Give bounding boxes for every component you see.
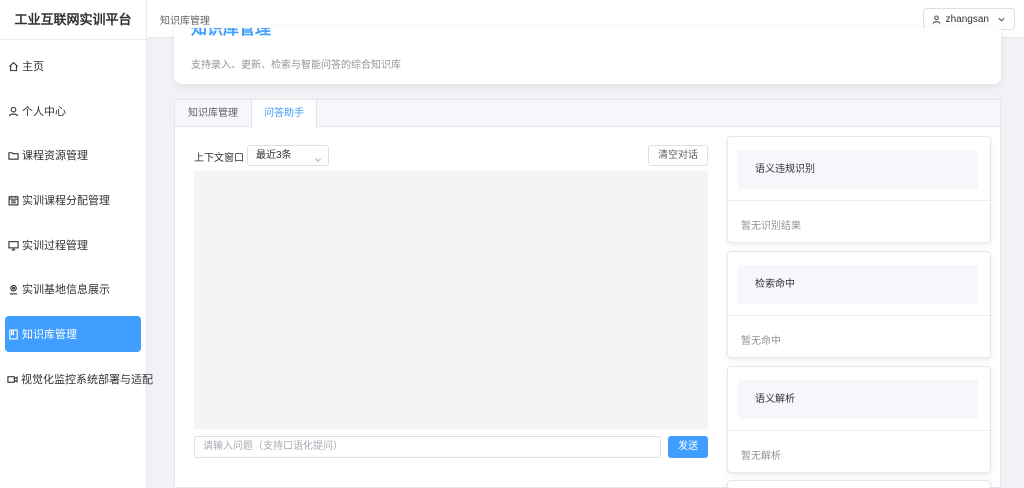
context-window-value: 最近3条 (256, 150, 292, 161)
sidebar-item-label: 课程资源管理 (22, 150, 88, 162)
tabs-card: 知识库管理 问答助手 上下文窗口 最近3条 清空对话 请输入问题（支持口语化提问… (174, 99, 1001, 488)
card-body: 暂无命中 (741, 336, 781, 347)
sidebar-item-knowledge-base[interactable]: 知识库管理 (5, 316, 141, 352)
calendar-icon (7, 194, 19, 206)
page-title: 知识库管理 (191, 28, 272, 38)
page-banner: 知识库管理 支持录入、更新、检索与智能问答的综合知识库 (174, 28, 1001, 84)
chevron-down-icon (997, 15, 1006, 24)
retrieval-hits-card: 检索命中 暂无命中 (727, 251, 991, 358)
send-button[interactable]: 发送 (668, 436, 708, 458)
sidebar-item-profile[interactable]: 个人中心 (5, 93, 141, 129)
monitor-icon (7, 239, 19, 251)
sidebar-item-label: 主页 (22, 61, 44, 73)
sidebar-item-label: 个人中心 (22, 106, 66, 118)
sidebar-item-course-resources[interactable]: 课程资源管理 (5, 137, 141, 173)
tab-knowledge-management[interactable]: 知识库管理 (175, 100, 251, 127)
username: zhangsan (945, 13, 989, 25)
camera-icon (7, 373, 18, 385)
sidebar-item-training-process[interactable]: 实训过程管理 (5, 227, 141, 263)
user-menu-button[interactable]: zhangsan (922, 8, 1015, 30)
semantic-violation-card: 语义违规识别 暂无识别结果 (727, 136, 991, 243)
card-title: 语义解析 (738, 380, 978, 419)
sidebar-item-label: 实训基地信息展示 (22, 284, 110, 296)
page-subtitle: 支持录入、更新、检索与智能问答的综合知识库 (191, 60, 401, 71)
notebook-icon (7, 328, 19, 340)
sidebar-item-label: 实训过程管理 (22, 240, 88, 252)
folder-icon (7, 149, 19, 161)
sidebar-item-training-base[interactable]: 实训基地信息展示 (5, 271, 141, 307)
user-icon (7, 105, 19, 117)
sidebar-item-label: 知识库管理 (22, 329, 77, 341)
context-window-select[interactable]: 最近3条 (247, 145, 329, 166)
sidebar-item-home[interactable]: 主页 (5, 48, 141, 84)
sidebar: 工业互联网实训平台 主页 个人中心 课程资源管理 实训课程分配管理 实训过程管理… (0, 0, 153, 488)
card-title: 语义违规识别 (738, 150, 978, 189)
home-icon (7, 60, 19, 72)
semantic-parsing-card: 语义解析 暂无解析 (727, 366, 991, 473)
question-input[interactable]: 请输入问题（支持口语化提问） (194, 436, 661, 458)
card-title: 检索命中 (738, 265, 978, 304)
sidebar-item-visual-monitoring[interactable]: 视觉化监控系统部署与适配 (5, 361, 153, 397)
card-body: 暂无识别结果 (741, 221, 801, 232)
tab-qa-assistant[interactable]: 问答助手 (251, 100, 317, 128)
breadcrumb: 知识库管理 (160, 16, 210, 27)
location-icon (7, 283, 19, 295)
chevron-down-icon (314, 152, 322, 163)
chat-messages-area (194, 171, 708, 429)
clear-chat-button[interactable]: 清空对话 (648, 145, 708, 166)
sidebar-item-course-assignment[interactable]: 实训课程分配管理 (5, 182, 141, 218)
context-window-label: 上下文窗口 (194, 153, 244, 164)
sidebar-item-label: 视觉化监控系统部署与适配 (21, 374, 153, 386)
app-title: 工业互联网实训平台 (0, 0, 146, 40)
card-body: 暂无解析 (741, 451, 781, 462)
user-icon (932, 14, 941, 24)
next-card-partial (727, 480, 991, 488)
tabs-header: 知识库管理 问答助手 (175, 100, 1000, 128)
sidebar-item-label: 实训课程分配管理 (22, 195, 110, 207)
